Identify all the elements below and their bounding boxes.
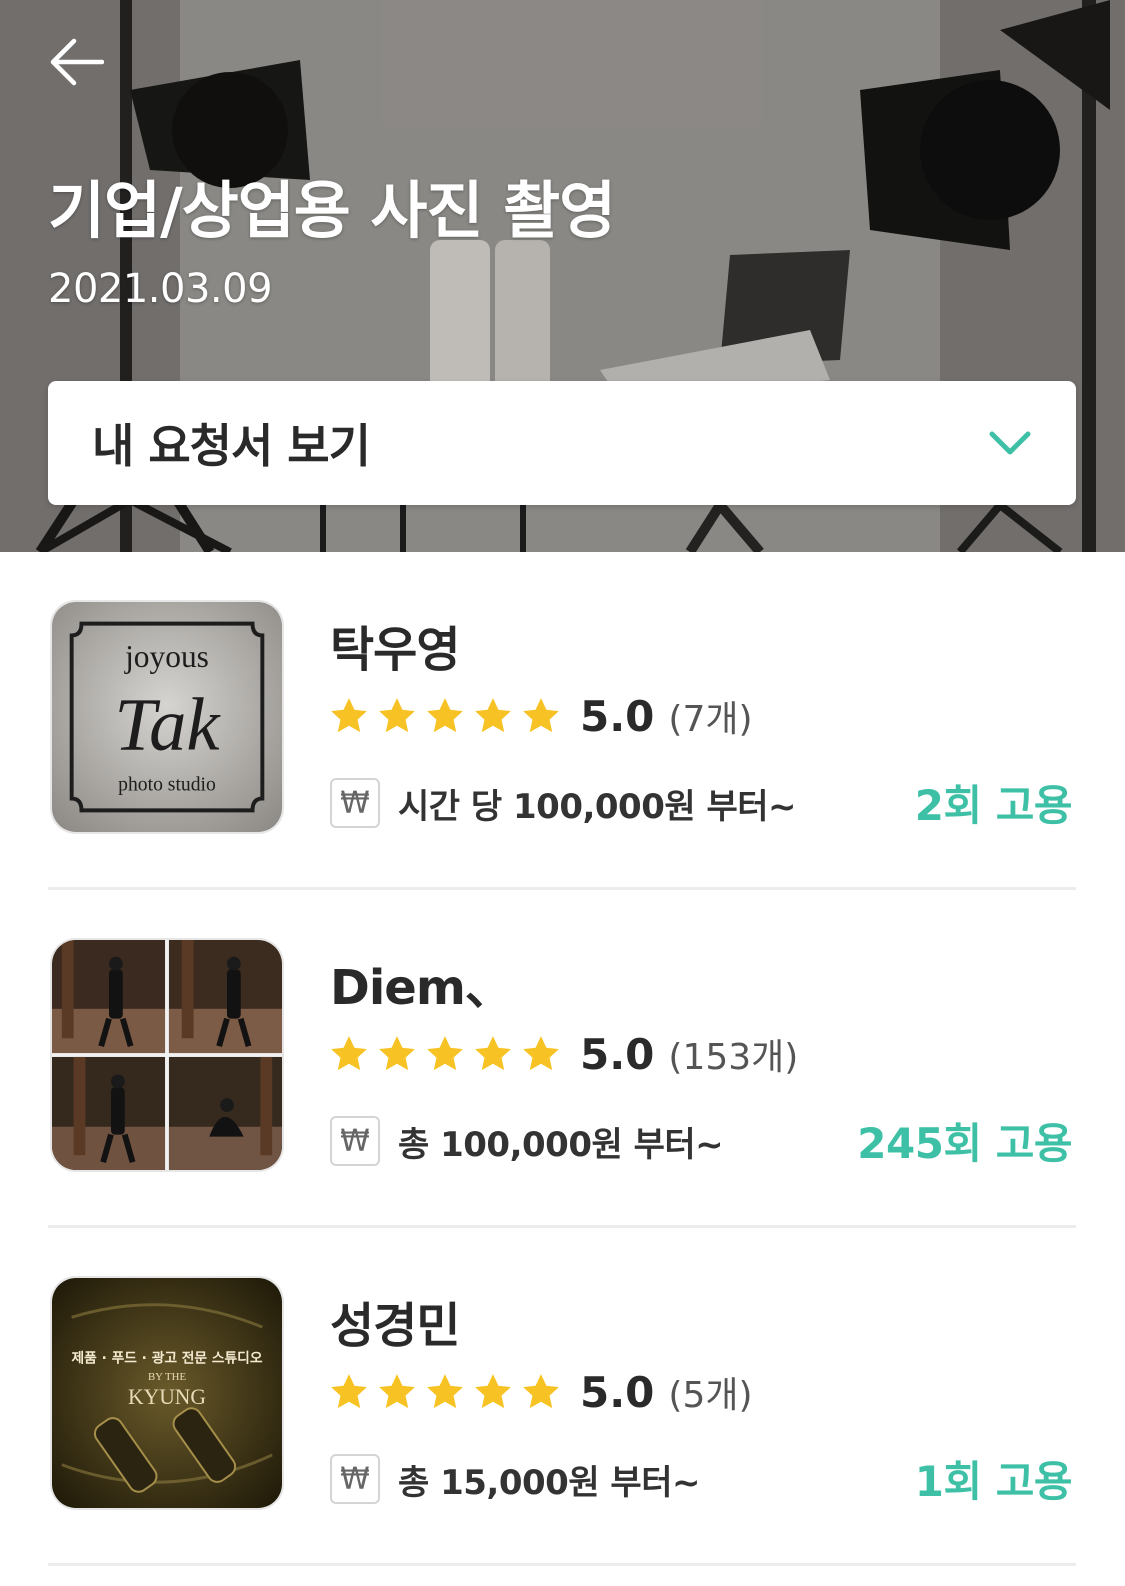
star-icon bbox=[379, 698, 415, 733]
won-currency-icon: ₩ bbox=[330, 1454, 380, 1504]
star-icon bbox=[523, 1036, 559, 1071]
svg-text:KYUNG: KYUNG bbox=[128, 1385, 206, 1409]
provider-name: 탁우영 bbox=[330, 622, 460, 678]
star-icon bbox=[379, 1374, 415, 1409]
page-title: 기업/상업용 사진 촬영 bbox=[48, 174, 616, 247]
star-icon bbox=[331, 1036, 367, 1071]
provider-thumbnail bbox=[50, 938, 284, 1172]
hire-count: 1회 고용 bbox=[914, 1457, 1073, 1506]
provider-thumbnail: 제품 · 푸드 · 광고 전문 스튜디오 BY THE KYUNG bbox=[50, 1276, 284, 1510]
provider-card[interactable]: 제품 · 푸드 · 광고 전문 스튜디오 BY THE KYUNG 성경민 5.… bbox=[48, 1228, 1076, 1566]
star-rating bbox=[328, 1033, 562, 1075]
star-rating bbox=[328, 695, 562, 737]
rating: 5.0 (7개) bbox=[328, 690, 753, 742]
won-currency-icon: ₩ bbox=[330, 778, 380, 828]
arrow-left-icon bbox=[50, 38, 104, 86]
request-date: 2021.03.09 bbox=[48, 266, 273, 312]
price-info: ₩ 총 15,000원 부터~ bbox=[330, 1452, 700, 1506]
price-info: ₩ 총 100,000원 부터~ bbox=[330, 1114, 724, 1168]
my-request-dropdown[interactable]: 내 요청서 보기 bbox=[48, 381, 1076, 505]
provider-name: Diem、 bbox=[330, 960, 513, 1016]
provider-thumbnail: joyous Tak photo studio bbox=[50, 600, 284, 834]
star-icon bbox=[379, 1036, 415, 1071]
star-icon bbox=[331, 698, 367, 733]
price-text: 시간 당 100,000원 부터~ bbox=[398, 786, 797, 827]
star-rating bbox=[328, 1371, 562, 1413]
star-icon bbox=[427, 698, 463, 733]
review-count: (153개) bbox=[668, 1037, 799, 1078]
svg-text:제품 · 푸드 · 광고 전문 스튜디오: 제품 · 푸드 · 광고 전문 스튜디오 bbox=[72, 1350, 263, 1367]
hire-count: 2회 고용 bbox=[914, 781, 1073, 830]
price-text: 총 15,000원 부터~ bbox=[398, 1462, 700, 1503]
svg-text:Tak: Tak bbox=[114, 683, 221, 766]
won-currency-icon: ₩ bbox=[330, 1116, 380, 1166]
star-icon bbox=[427, 1374, 463, 1409]
rating-score: 5.0 bbox=[580, 1029, 655, 1079]
provider-name: 성경민 bbox=[330, 1298, 460, 1354]
back-button[interactable] bbox=[40, 26, 112, 98]
star-icon bbox=[475, 1036, 511, 1071]
star-icon bbox=[427, 1036, 463, 1071]
star-icon bbox=[475, 698, 511, 733]
svg-text:joyous: joyous bbox=[124, 639, 209, 674]
svg-text:BY THE: BY THE bbox=[148, 1371, 186, 1383]
provider-card[interactable]: Diem、 5.0 (153개) ₩ 총 100,000원 부터~ 245회 고… bbox=[48, 890, 1076, 1228]
my-request-label: 내 요청서 보기 bbox=[92, 419, 371, 473]
rating: 5.0 (153개) bbox=[328, 1028, 798, 1080]
joyous-tak-logo-image: joyous Tak photo studio bbox=[52, 602, 282, 832]
kyung-studio-logo-image: 제품 · 푸드 · 광고 전문 스튜디오 BY THE KYUNG bbox=[52, 1278, 282, 1508]
rating: 5.0 (5개) bbox=[328, 1366, 753, 1418]
star-icon bbox=[523, 698, 559, 733]
rating-score: 5.0 bbox=[580, 1367, 655, 1417]
chevron-down-icon bbox=[989, 431, 1031, 455]
provider-card[interactable]: joyous Tak photo studio 탁우영 5.0 (7개) ₩ 시… bbox=[48, 552, 1076, 890]
price-info: ₩ 시간 당 100,000원 부터~ bbox=[330, 776, 797, 830]
hire-count: 245회 고용 bbox=[857, 1119, 1072, 1168]
star-icon bbox=[475, 1374, 511, 1409]
photo-grid-image bbox=[52, 940, 282, 1170]
header-banner: 기업/상업용 사진 촬영 2021.03.09 내 요청서 보기 bbox=[0, 0, 1125, 552]
rating-score: 5.0 bbox=[580, 691, 655, 741]
star-icon bbox=[331, 1374, 367, 1409]
review-count: (5개) bbox=[668, 1375, 753, 1416]
svg-text:photo studio: photo studio bbox=[118, 774, 216, 796]
star-icon bbox=[523, 1374, 559, 1409]
price-text: 총 100,000원 부터~ bbox=[398, 1124, 724, 1165]
provider-list: joyous Tak photo studio 탁우영 5.0 (7개) ₩ 시… bbox=[48, 552, 1076, 1566]
review-count: (7개) bbox=[668, 699, 753, 740]
